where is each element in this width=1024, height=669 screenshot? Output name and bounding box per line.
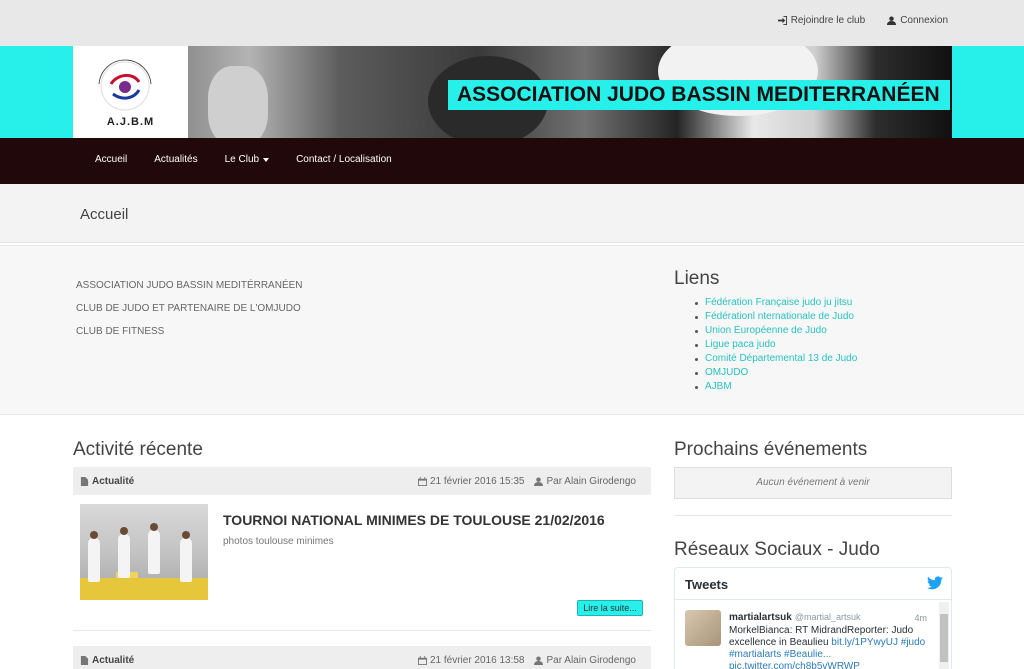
date-label: 21 février 2016 15:35	[429, 476, 525, 487]
recent-activity-heading: Activité récente	[73, 439, 203, 460]
intro-line: CLUB DE JUDO ET PARTENAIRE DE L'OMJUDO	[76, 303, 301, 314]
link-ajbm[interactable]: AJBM	[694, 380, 857, 394]
nav-item-contact[interactable]: Contact / Localisation	[296, 154, 392, 165]
article-category[interactable]: Actualité	[80, 476, 134, 487]
login-link[interactable]: Connexion	[887, 15, 948, 26]
link-ffjda[interactable]: Fédération Française judo ju jitsu	[694, 296, 857, 310]
tweet-handle: @martial_artsuk	[794, 612, 861, 622]
tweet-scrollbar[interactable]	[939, 602, 949, 669]
calendar-icon	[417, 656, 427, 665]
main-nav: Accueil Actualités Le Club Contact / Loc…	[0, 138, 1024, 184]
tweet-avatar[interactable]	[685, 610, 721, 646]
tweet-time[interactable]: 4m	[914, 613, 927, 623]
club-logo[interactable]: A.J.B.M	[73, 46, 188, 138]
article-meta: 21 février 2016 15:35 Par Alain Girodeng…	[417, 476, 636, 487]
article-thumbnail[interactable]	[80, 504, 208, 600]
intro-line: CLUB DE FITNESS	[76, 326, 165, 337]
nav-item-actualites[interactable]: Actualités	[154, 154, 197, 165]
divider	[674, 515, 952, 516]
social-heading: Réseaux Sociaux - Judo	[674, 539, 880, 560]
calendar-icon	[417, 477, 427, 486]
file-icon	[80, 477, 89, 486]
category-label: Actualité	[92, 476, 135, 487]
category-label: Actualité	[92, 655, 135, 666]
nav-item-le-club[interactable]: Le Club	[224, 154, 270, 165]
tweet-username: martialartsuk	[729, 612, 792, 623]
nav-label: Le Club	[224, 154, 260, 165]
twitter-widget[interactable]: Tweets martialartsuk @martial_artsuk 4m M…	[674, 567, 952, 669]
divider	[73, 630, 651, 631]
join-club-link[interactable]: Rejoindre le club	[777, 15, 866, 26]
article-category[interactable]: Actualité	[80, 655, 134, 666]
user-icon	[534, 477, 544, 486]
page-title: Accueil	[80, 206, 129, 223]
link-ligue-paca[interactable]: Ligue paca judo	[694, 338, 857, 352]
sign-in-icon	[777, 16, 787, 25]
date-label: 21 février 2016 13:58	[429, 655, 525, 666]
links-list: Fédération Française judo ju jitsu Fédér…	[694, 296, 857, 394]
link-omjudo[interactable]: OMJUDO	[694, 366, 857, 380]
twitter-bird-icon[interactable]	[927, 576, 943, 590]
login-label: Connexion	[900, 15, 948, 26]
site-title: ASSOCIATION JUDO BASSIN MEDITERRANÉEN	[448, 80, 950, 110]
author-label[interactable]: Par Alain Girodengo	[546, 476, 636, 487]
caret-down-icon	[263, 157, 270, 162]
article-author: Par Alain Girodengo	[534, 476, 636, 487]
top-links: Rejoindre le club Connexion	[777, 15, 948, 26]
tweet-user[interactable]: martialartsuk @martial_artsuk	[729, 612, 860, 623]
article-author: Par Alain Girodengo	[534, 655, 636, 666]
logo-abbreviation: A.J.B.M	[106, 116, 155, 128]
nav-label: Accueil	[95, 154, 128, 165]
breadcrumb: Accueil	[0, 184, 1024, 243]
twitter-widget-header: Tweets	[675, 568, 951, 600]
logo-emblem-icon	[98, 59, 152, 111]
top-bar: Rejoindre le club Connexion	[0, 0, 1024, 46]
article-date: 21 février 2016 15:35	[417, 476, 525, 487]
nav-label: Actualités	[154, 154, 198, 165]
article-meta: 21 février 2016 13:58 Par Alain Girodeng…	[417, 655, 636, 666]
scrollbar-thumb[interactable]	[940, 614, 948, 662]
link-eju[interactable]: Union Européenne de Judo	[694, 324, 857, 338]
author-label[interactable]: Par Alain Girodengo	[546, 655, 636, 666]
intro-text: ASSOCIATION JUDO BASSIN MEDITÉRRANÉEN CL…	[76, 274, 303, 343]
intro-line: ASSOCIATION JUDO BASSIN MEDITÉRRANÉEN	[76, 280, 303, 291]
join-club-label: Rejoindre le club	[790, 15, 866, 26]
header-banner: A.J.B.M ASSOCIATION JUDO BASSIN MEDITERR…	[0, 46, 1024, 138]
user-icon	[534, 656, 544, 665]
article-title[interactable]: TOURNOI NATIONAL MINIMES DE TOULOUSE 21/…	[223, 512, 605, 528]
article-summary: photos toulouse minimes	[223, 536, 334, 547]
file-icon	[80, 656, 89, 665]
events-heading: Prochains événements	[674, 439, 868, 460]
links-heading: Liens	[674, 268, 720, 289]
user-icon	[887, 16, 897, 25]
tweet-pic-link[interactable]: pic.twitter.com/ch8b5vWRWP	[729, 661, 860, 669]
events-empty-box: Aucun événement à venir	[674, 467, 952, 499]
article-date: 21 février 2016 13:58	[417, 655, 525, 666]
nav-item-accueil[interactable]: Accueil	[95, 154, 127, 165]
nav-label: Contact / Localisation	[296, 154, 392, 165]
article-header: Actualité 21 février 2016 15:35 Par Alai…	[73, 467, 651, 495]
intro-panel: ASSOCIATION JUDO BASSIN MEDITÉRRANÉEN CL…	[0, 245, 1024, 415]
read-more-button[interactable]: Lire la suite...	[577, 600, 643, 616]
article-header: Actualité 21 février 2016 13:58 Par Alai…	[73, 646, 651, 669]
tweet-body: MorkelBianca: RT MidrandReporter: Judo e…	[729, 625, 929, 669]
twitter-widget-title[interactable]: Tweets	[685, 577, 728, 592]
link-ijf[interactable]: Fédérationl nternationale de Judo	[694, 310, 857, 324]
link-comite-13[interactable]: Comité Départemental 13 de Judo	[694, 352, 857, 366]
tweet-link[interactable]: bit.ly/1PYwyUJ	[831, 637, 898, 648]
